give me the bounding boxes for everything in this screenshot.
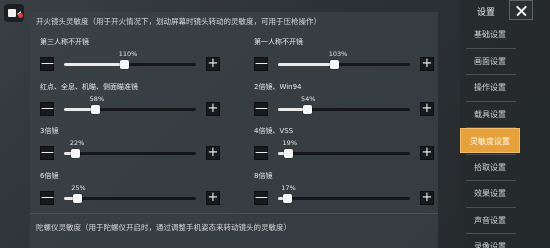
sidebar-item[interactable]: 画面设置: [460, 49, 520, 74]
sidebar-item[interactable]: 载具设置: [460, 102, 520, 127]
slider-track[interactable]: [278, 149, 410, 158]
sidebar-item[interactable]: 录像设置: [460, 234, 520, 248]
sensitivity-slider: 2倍镜、Win94 — 54% +: [254, 82, 434, 118]
slider-track[interactable]: [64, 149, 196, 158]
increase-button[interactable]: +: [420, 57, 434, 71]
slider-thumb[interactable]: [282, 194, 292, 203]
slider-thumb[interactable]: [91, 105, 101, 114]
slider-thumb[interactable]: [284, 149, 294, 158]
slider-label: 6倍镜: [40, 172, 59, 180]
slider-track[interactable]: [278, 60, 410, 69]
slider-label: 4倍镜、VSS: [254, 127, 294, 135]
decrease-button[interactable]: —: [254, 57, 268, 71]
sidebar-item[interactable]: 操作设置: [460, 75, 520, 100]
slider-thumb[interactable]: [72, 194, 82, 203]
slider-percent: 110%: [118, 50, 138, 58]
increase-button[interactable]: +: [206, 191, 220, 205]
slider-track[interactable]: [64, 194, 196, 203]
slider-label: 3倍镜: [40, 127, 59, 135]
slider-label: 8倍镜: [254, 172, 273, 180]
slider-thumb[interactable]: [302, 105, 312, 114]
slider-label: 第一人称不开镜: [254, 38, 303, 46]
increase-button[interactable]: +: [420, 146, 434, 160]
section-divider: [30, 213, 438, 214]
slider-track[interactable]: [278, 194, 410, 203]
decrease-button[interactable]: —: [40, 57, 54, 71]
decrease-button[interactable]: —: [254, 146, 268, 160]
sensitivity-slider: 红点、全息、机瞄、侧面瞄准镜 — 58% +: [40, 82, 220, 118]
slider-label: 红点、全息、机瞄、侧面瞄准镜: [40, 83, 138, 91]
sidebar-item[interactable]: 拾取设置: [460, 155, 520, 180]
increase-button[interactable]: +: [206, 57, 220, 71]
slider-percent: 25%: [71, 184, 86, 192]
sidebar-item[interactable]: 灵敏度设置: [460, 128, 520, 153]
slider-thumb[interactable]: [71, 149, 81, 158]
sensitivity-slider: 第一人称不开镜 — 103% +: [254, 37, 434, 73]
gyro-sensitivity-title: 陀螺仪灵敏度（用于陀螺仪开启时，通过调整手机姿态来转动镜头的灵敏度）: [36, 223, 291, 232]
decrease-button[interactable]: —: [254, 102, 268, 116]
sensitivity-slider: 6倍镜 — 25% +: [40, 171, 220, 207]
fire-sensitivity-title: 开火镜头灵敏度（用于开火情况下，划动屏幕时镜头转动的灵敏度，可用于压枪操作）: [36, 17, 321, 26]
decrease-button[interactable]: —: [40, 146, 54, 160]
slider-thumb[interactable]: [120, 60, 130, 69]
slider-fill: [278, 63, 335, 66]
slider-thumb[interactable]: [330, 60, 340, 69]
decrease-button[interactable]: —: [40, 102, 54, 116]
close-button[interactable]: [509, 0, 533, 20]
slider-label: 第三人称不开镜: [40, 38, 89, 46]
increase-button[interactable]: +: [206, 102, 220, 116]
sidebar-item[interactable]: 基础设置: [460, 22, 520, 47]
sensitivity-slider: 8倍镜 — 17% +: [254, 171, 434, 207]
sensitivity-slider: 4倍镜、VSS — 19% +: [254, 126, 434, 162]
sensitivity-slider: 3倍镜 — 22% +: [40, 126, 220, 162]
decrease-button[interactable]: —: [40, 191, 54, 205]
slider-percent: 17%: [281, 184, 296, 192]
record-indicator-dot: [18, 13, 23, 18]
sidebar-item[interactable]: 效果设置: [460, 181, 520, 206]
slider-percent: 103%: [328, 50, 348, 58]
slider-percent: 22%: [69, 139, 85, 147]
sensitivity-slider: 第三人称不开镜 — 110% +: [40, 37, 220, 73]
increase-button[interactable]: +: [420, 191, 434, 205]
sidebar-title: 设置: [477, 8, 496, 18]
slider-percent: 54%: [301, 95, 316, 103]
slider-percent: 58%: [89, 95, 105, 103]
sidebar-header: [460, 0, 550, 22]
slider-fill: [64, 63, 125, 66]
increase-button[interactable]: +: [420, 102, 434, 116]
slider-track[interactable]: [278, 105, 410, 114]
sidebar-item[interactable]: 声音设置: [460, 208, 520, 233]
increase-button[interactable]: +: [206, 146, 220, 160]
slider-track[interactable]: [64, 105, 196, 114]
slider-track[interactable]: [64, 60, 196, 69]
decrease-button[interactable]: —: [254, 191, 268, 205]
slider-label: 2倍镜、Win94: [254, 83, 302, 91]
slider-percent: 19%: [282, 139, 297, 147]
